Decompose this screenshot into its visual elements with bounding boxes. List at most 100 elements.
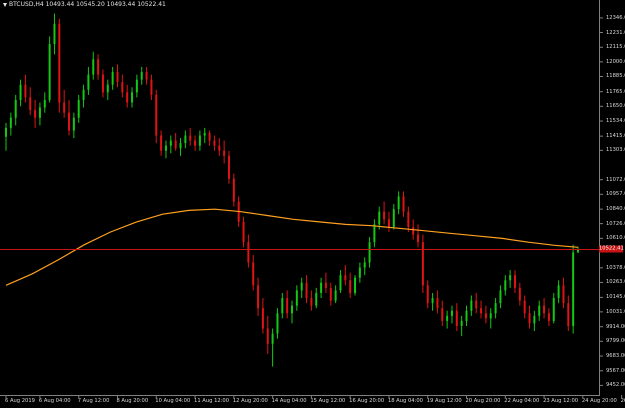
time-tick-label: 24 Aug 20:00 xyxy=(581,398,617,404)
bear-candle xyxy=(329,287,332,301)
price-tick-label: 11303.00 xyxy=(606,147,625,154)
bull-candle xyxy=(446,315,449,321)
bull-candle xyxy=(300,282,303,291)
bull-candle xyxy=(378,211,381,225)
time-tick-label: 19 Aug 12:00 xyxy=(426,398,462,404)
candlestick-plot[interactable] xyxy=(0,0,625,408)
bull-candle xyxy=(19,84,22,100)
bull-candle xyxy=(198,135,201,146)
bull-candle xyxy=(295,290,298,306)
bear-candle xyxy=(68,112,71,131)
bull-candle xyxy=(140,72,143,80)
bear-candle xyxy=(261,308,264,329)
bear-candle xyxy=(344,275,347,281)
bear-candle xyxy=(349,280,352,293)
price-tick-label: 9567.00 xyxy=(606,367,625,374)
price-tick-label: 11885.00 xyxy=(606,73,625,80)
bull-candle xyxy=(334,290,337,301)
time-tick-label: 12 Aug 20:00 xyxy=(232,398,268,404)
bull-candle xyxy=(552,298,555,321)
price-tick-label: 10610.00 xyxy=(606,235,625,242)
bear-candle xyxy=(387,219,390,227)
price-tick-label: 10145.00 xyxy=(606,294,625,301)
bull-candle xyxy=(339,275,342,291)
bear-candle xyxy=(252,262,255,286)
bull-candle xyxy=(315,292,318,306)
bear-candle xyxy=(513,275,516,288)
bear-candle xyxy=(484,313,487,319)
price-axis-line xyxy=(599,0,600,395)
bull-candle xyxy=(465,310,468,321)
bear-candle xyxy=(189,135,192,141)
bear-candle xyxy=(218,145,221,151)
bear-candle xyxy=(126,92,129,103)
bull-candle xyxy=(373,224,376,243)
bull-candle xyxy=(358,267,361,278)
price-tick-label: 11415.00 xyxy=(606,133,625,140)
time-tick-label: 22 Aug 04:00 xyxy=(504,398,540,404)
time-tick-label: 7 Aug 12:00 xyxy=(77,398,110,404)
bear-candle xyxy=(58,23,61,103)
bull-candle xyxy=(291,305,293,314)
bear-candle xyxy=(417,234,420,243)
time-tick-label: 16 Aug 20:00 xyxy=(349,398,385,404)
chart-window[interactable]: BTCUSD,H4 10493.44 10545.20 10493.44 105… xyxy=(0,0,625,408)
time-tick-label: 23 Aug 12:00 xyxy=(543,398,579,404)
bear-candle xyxy=(528,313,531,324)
bear-candle xyxy=(232,178,235,202)
bear-candle xyxy=(155,94,158,136)
bear-candle xyxy=(402,196,405,212)
bear-candle xyxy=(266,328,269,344)
price-tick-label: 12000.00 xyxy=(606,58,625,65)
bull-candle xyxy=(135,79,138,93)
bear-candle xyxy=(480,308,483,314)
time-tick-label: 26 Aug 04:00 xyxy=(620,398,625,404)
bull-candle xyxy=(276,313,279,334)
bear-candle xyxy=(208,132,211,141)
bear-candle xyxy=(97,59,100,75)
bull-candle xyxy=(77,99,80,118)
time-tick-label: 20 Aug 20:00 xyxy=(465,398,501,404)
time-axis-line xyxy=(0,395,600,396)
time-tick-label: 14 Aug 04:00 xyxy=(271,398,307,404)
bull-candle xyxy=(320,282,323,293)
bear-candle xyxy=(223,150,226,156)
price-tick-label: 10263.00 xyxy=(606,279,625,286)
current-price-tag: 10522.41 xyxy=(599,245,624,253)
bear-candle xyxy=(421,242,424,286)
bear-candle xyxy=(436,298,439,309)
bear-candle xyxy=(286,298,289,314)
bull-candle xyxy=(9,117,12,128)
bear-candle xyxy=(174,140,177,149)
bear-candle xyxy=(63,102,66,113)
bull-candle xyxy=(397,196,400,210)
symbol-timeframe: BTCUSD,H4 xyxy=(9,1,44,8)
bear-candle xyxy=(101,74,104,93)
bull-candle xyxy=(82,89,85,100)
bull-candle xyxy=(271,333,274,344)
bull-candle xyxy=(572,252,575,326)
bull-candle xyxy=(169,140,172,146)
bear-candle xyxy=(242,221,245,243)
moving-average-line xyxy=(5,208,579,286)
bear-candle xyxy=(383,211,386,220)
bull-candle xyxy=(131,92,134,103)
bull-candle xyxy=(354,277,357,293)
time-tick-label: 6 Aug 04:00 xyxy=(38,398,71,404)
price-tick-label: 9452.00 xyxy=(606,382,625,389)
bull-candle xyxy=(72,117,75,131)
bull-candle xyxy=(450,310,453,316)
bear-candle xyxy=(150,79,153,95)
bear-candle xyxy=(310,298,313,306)
price-tick-label: 9914.00 xyxy=(606,323,625,330)
price-tick-label: 11650.00 xyxy=(606,103,625,110)
bull-candle xyxy=(538,305,541,316)
bull-candle xyxy=(460,320,463,326)
time-tick-label: 6 Aug 2019 xyxy=(5,398,35,404)
bear-candle xyxy=(121,82,124,93)
bear-candle xyxy=(523,300,526,314)
bull-candle xyxy=(53,23,56,45)
bear-candle xyxy=(441,308,444,321)
bull-candle xyxy=(48,44,51,100)
bear-candle xyxy=(567,303,570,326)
